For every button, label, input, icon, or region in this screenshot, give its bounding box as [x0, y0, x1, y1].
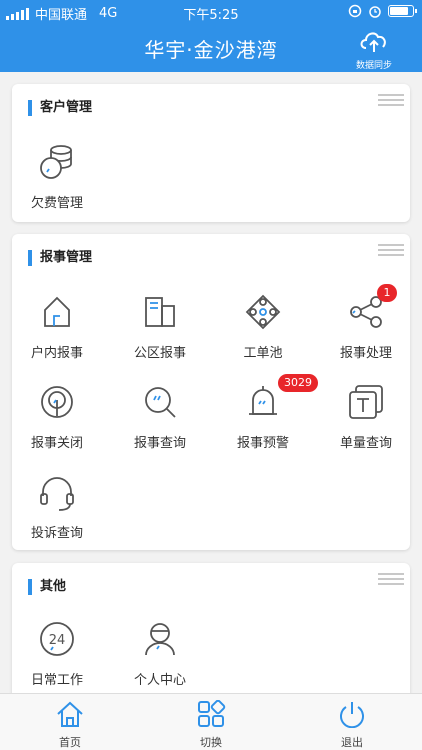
- menu-item-indoor-report[interactable]: 户内报事: [12, 292, 102, 361]
- rotation-lock-icon: [348, 4, 362, 18]
- section-title: 报事管理: [28, 250, 92, 266]
- clock-24-icon: 24: [37, 619, 77, 659]
- section-title: 客户管理: [28, 100, 92, 116]
- section-title: 其他: [28, 579, 66, 595]
- menu-item-public-report[interactable]: 公区报事: [115, 292, 205, 361]
- tab-label: 切换: [200, 736, 222, 749]
- menu-item-report-warning[interactable]: 3029 报事预警: [218, 374, 318, 451]
- tab-logout[interactable]: 退出: [312, 700, 392, 750]
- menu-item-report-handling[interactable]: 1 报事处理: [321, 284, 411, 361]
- data-sync-button[interactable]: 数据同步: [344, 28, 404, 71]
- menu-item-personal-center[interactable]: 个人中心: [115, 619, 205, 688]
- alarm-icon: [369, 6, 381, 18]
- menu-item-work-order-pool[interactable]: 工单池: [218, 292, 308, 361]
- section-other: 其他 24 日常工作 个人中心: [12, 563, 410, 703]
- switch-grid-icon: [198, 699, 226, 727]
- coins-icon: [37, 142, 77, 182]
- menu-item-volume-query[interactable]: 单量查询: [321, 382, 411, 451]
- menu-item-label: 个人中心: [133, 673, 186, 688]
- status-bar: 中国联通 4G 下午5:25: [0, 0, 422, 24]
- menu-item-label: 户内报事: [30, 346, 83, 361]
- person-icon: [140, 619, 180, 659]
- cloud-upload-icon: [360, 32, 386, 52]
- menu-item-label: 日常工作: [30, 673, 83, 688]
- power-icon: [340, 702, 364, 729]
- menu-item-label: 公区报事: [133, 346, 186, 361]
- tab-home[interactable]: 首页: [30, 700, 110, 750]
- menu-item-report-query[interactable]: 报事查询: [115, 382, 205, 451]
- svg-text:24: 24: [49, 633, 66, 648]
- drag-handle-icon[interactable]: [378, 244, 404, 259]
- menu-item-label: 投诉查询: [30, 526, 83, 541]
- home-icon: [57, 701, 83, 727]
- tab-bar: 首页 切换 退出: [0, 693, 422, 750]
- menu-item-label: 报事处理: [339, 346, 392, 361]
- data-sync-label: 数据同步: [355, 61, 392, 71]
- menu-item-daily-work[interactable]: 24 日常工作: [12, 619, 102, 688]
- location-close-icon: [37, 382, 77, 422]
- battery-icon: [388, 5, 417, 17]
- menu-item-label: 欠费管理: [30, 196, 83, 211]
- tab-label: 退出: [341, 736, 363, 749]
- tab-label: 首页: [59, 736, 81, 749]
- section-customer-management: 客户管理 欠费管理: [12, 84, 410, 222]
- menu-item-label: 报事关闭: [30, 436, 83, 451]
- documents-icon: [346, 382, 386, 422]
- building-icon: [140, 292, 180, 332]
- section-report-management: 报事管理 户内报事 公区报事 工单池 1 报事处理 报事关闭 报事查询 3029…: [12, 234, 410, 550]
- drag-handle-icon[interactable]: [378, 94, 404, 109]
- tab-switch[interactable]: 切换: [171, 699, 251, 750]
- notification-badge: 1: [377, 284, 397, 302]
- house-icon: [37, 292, 77, 332]
- menu-item-label: 工单池: [243, 346, 283, 361]
- headset-icon: [37, 472, 77, 512]
- magnifier-icon: [140, 382, 180, 422]
- header: 华宇·金沙港湾 数据同步: [0, 24, 422, 72]
- menu-item-complaint-query[interactable]: 投诉查询: [12, 472, 102, 541]
- drag-handle-icon[interactable]: [378, 573, 404, 588]
- menu-item-label: 报事查询: [133, 436, 186, 451]
- notification-badge: 3029: [278, 374, 318, 392]
- bell-icon: [243, 382, 283, 422]
- menu-item-label: 报事预警: [236, 436, 289, 451]
- menu-item-report-close[interactable]: 报事关闭: [12, 382, 102, 451]
- menu-item-label: 单量查询: [339, 436, 392, 451]
- work-pool-icon: [243, 292, 283, 332]
- menu-item-arrears[interactable]: 欠费管理: [12, 142, 102, 211]
